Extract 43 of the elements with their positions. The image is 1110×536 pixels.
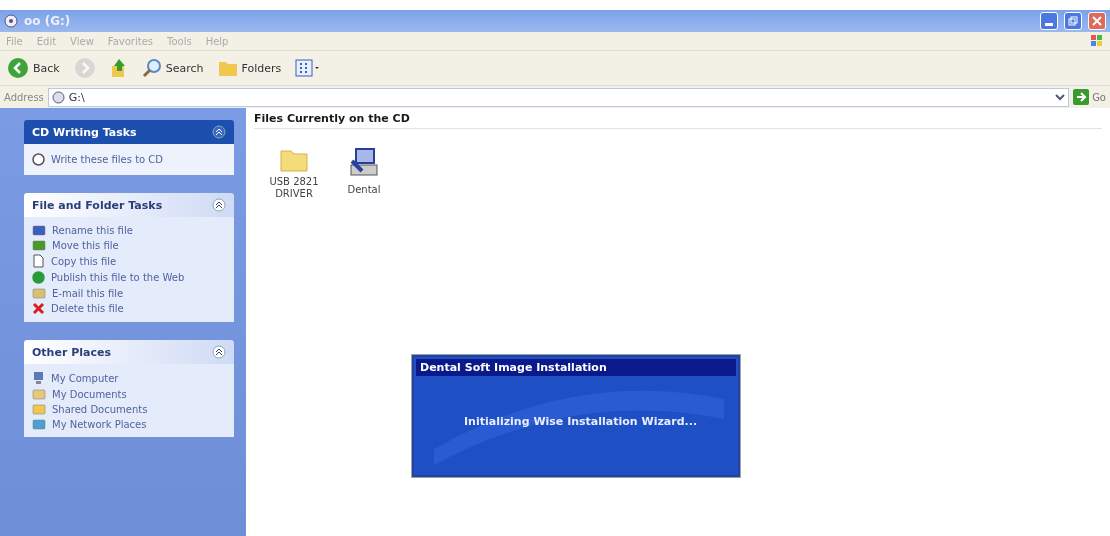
task-link[interactable]: Delete this file xyxy=(32,302,226,315)
collapse-chevron-icon xyxy=(212,345,226,359)
file-label[interactable]: Dental xyxy=(347,184,381,196)
computer-icon xyxy=(32,371,45,385)
panel-header[interactable]: File and Folder Tasks xyxy=(24,193,234,217)
panel-header[interactable]: CD Writing Tasks xyxy=(24,120,234,144)
close-icon xyxy=(1092,16,1102,26)
task-link[interactable]: Shared Documents xyxy=(32,403,226,415)
restore-icon xyxy=(1068,16,1078,26)
task-link[interactable]: Move this file xyxy=(32,239,226,251)
task-link[interactable]: Rename this file xyxy=(32,224,226,236)
task-link[interactable]: My Computer xyxy=(32,371,226,385)
panel-header[interactable]: Other Places xyxy=(24,340,234,364)
minimize-button[interactable] xyxy=(1040,12,1058,30)
search-icon xyxy=(141,58,162,78)
restore-button[interactable] xyxy=(1064,12,1082,30)
task-link[interactable]: E-mail this file xyxy=(32,287,226,299)
folder-up-icon xyxy=(109,58,128,78)
group-heading: Files Currently on the CD xyxy=(254,112,1102,129)
go-button[interactable]: Go xyxy=(1073,89,1106,105)
task-link[interactable]: Write these files to CD xyxy=(32,153,226,166)
delete-x-icon xyxy=(32,302,45,315)
task-link[interactable]: Publish this file to the Web xyxy=(32,271,226,284)
views-grid-icon xyxy=(295,59,322,77)
collapse-chevron-icon xyxy=(212,198,226,212)
task-link[interactable]: My Documents xyxy=(32,388,226,400)
folders-button[interactable]: Folders xyxy=(214,57,285,79)
arrow-icon xyxy=(1073,89,1090,105)
windows-flag-icon xyxy=(1090,34,1104,48)
address-label: Address xyxy=(4,91,44,103)
close-button[interactable] xyxy=(1088,12,1106,30)
collapse-chevron-icon xyxy=(212,125,226,139)
status-message: Initializing Wise Installation Wizard... xyxy=(464,415,698,428)
file-label[interactable]: USB 2821 DRIVER xyxy=(268,176,320,200)
search-button[interactable]: Search xyxy=(138,56,207,80)
task-link[interactable]: My Network Places xyxy=(32,418,226,430)
window-title: oo (G:) xyxy=(24,14,72,28)
task-link[interactable]: Copy this file xyxy=(32,254,226,268)
page-icon xyxy=(32,254,45,268)
back-button[interactable]: Back xyxy=(4,55,63,81)
address-field[interactable]: G:\ xyxy=(47,87,1070,107)
dialog-title: Dental Soft Image Installation xyxy=(416,359,736,376)
globe-icon xyxy=(32,271,45,284)
